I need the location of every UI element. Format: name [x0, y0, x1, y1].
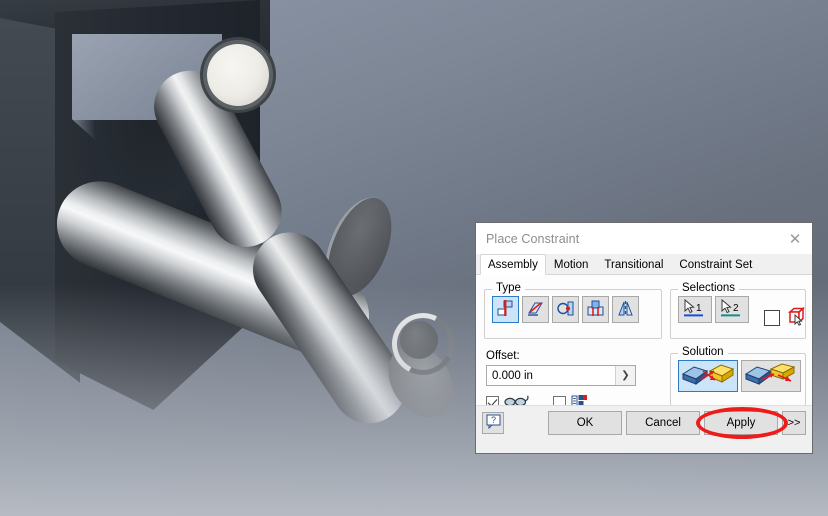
selection-2-button[interactable]: 2 [715, 296, 749, 323]
type-group-legend: Type [492, 282, 525, 294]
type-group: Type [484, 282, 662, 339]
solution-group: Solution [670, 346, 806, 407]
solution-opposed-button[interactable] [678, 360, 738, 392]
mate-constraint-button[interactable] [492, 296, 519, 323]
tangent-constraint-button[interactable] [552, 296, 579, 323]
ok-button[interactable]: OK [548, 411, 622, 435]
solution-button-row [671, 354, 805, 392]
apply-button[interactable]: Apply [704, 411, 778, 435]
offset-input[interactable]: 0.000 in ❯ [486, 365, 636, 386]
tab-motion[interactable]: Motion [545, 254, 597, 274]
dialog-footer: ? OK Cancel Apply >> [476, 405, 812, 453]
help-question-icon: ? [486, 414, 501, 432]
insert-constraint-button[interactable] [582, 296, 609, 323]
select-cursor-icon: 2 [718, 298, 746, 321]
dialog-body: Type Selections 1 2 Offset: 0.000 in ❯ S… [476, 275, 812, 426]
mate-constraint-icon [496, 299, 515, 321]
expand-more-button[interactable]: >> [782, 411, 806, 435]
svg-text:2: 2 [733, 303, 739, 314]
angle-constraint-icon [526, 299, 545, 321]
solution-aligned-icon [744, 362, 798, 391]
tab-assembly[interactable]: Assembly [480, 254, 546, 275]
pick-part-first-control [764, 306, 806, 329]
help-button[interactable]: ? [482, 412, 504, 434]
solution-aligned-button[interactable] [741, 360, 801, 392]
screen: Place Constraint ✕ Assembly Motion Trans… [0, 0, 828, 516]
selection-1-button[interactable]: 1 [678, 296, 712, 323]
selections-group-legend: Selections [678, 282, 740, 294]
symmetry-constraint-button[interactable] [612, 296, 639, 323]
svg-text:1: 1 [696, 303, 702, 314]
tab-constraint-set[interactable]: Constraint Set [671, 254, 761, 274]
tab-transitional[interactable]: Transitional [596, 254, 672, 274]
angle-constraint-button[interactable] [522, 296, 549, 323]
pick-part-first-cube-icon[interactable] [786, 306, 806, 329]
tangent-constraint-icon [556, 299, 575, 321]
symmetry-constraint-icon [616, 299, 635, 321]
select-cursor-icon: 1 [681, 298, 709, 321]
solution-group-legend: Solution [678, 346, 728, 358]
offset-value: 0.000 in [492, 369, 533, 382]
svg-text:?: ? [491, 415, 496, 425]
insert-constraint-icon [586, 299, 605, 321]
dialog-tabbar: Assembly Motion Transitional Constraint … [476, 254, 812, 275]
dialog-titlebar[interactable]: Place Constraint ✕ [476, 223, 812, 254]
type-button-row [485, 290, 661, 323]
solution-opposed-icon [681, 362, 735, 391]
offset-label: Offset: [486, 350, 520, 362]
close-icon[interactable]: ✕ [778, 224, 812, 254]
cancel-button[interactable]: Cancel [626, 411, 700, 435]
place-constraint-dialog: Place Constraint ✕ Assembly Motion Trans… [475, 222, 813, 454]
pick-part-first-checkbox[interactable] [764, 309, 780, 326]
chevron-right-icon[interactable]: ❯ [615, 366, 635, 385]
dialog-title: Place Constraint [486, 231, 580, 246]
